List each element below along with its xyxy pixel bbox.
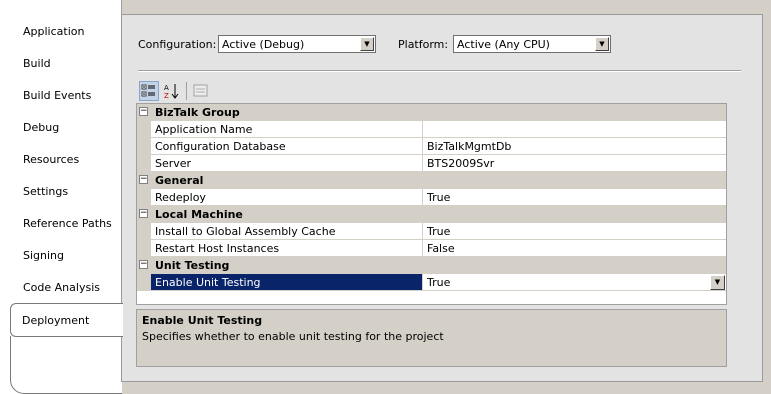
platform-label: Platform: — [398, 38, 449, 51]
property-value[interactable]: True — [423, 189, 726, 206]
category-name: Local Machine — [155, 208, 243, 221]
description-text: Specifies whether to enable unit testing… — [142, 330, 444, 343]
toolbar-divider — [186, 82, 187, 100]
property-value[interactable]: BizTalkMgmtDb — [423, 138, 726, 155]
tab-build[interactable]: Build — [12, 48, 120, 80]
property-pages-button[interactable] — [191, 81, 211, 101]
category-row[interactable]: − BizTalk Group — [137, 104, 726, 121]
description-panel: Enable Unit Testing Specifies whether to… — [136, 309, 727, 367]
separator — [138, 70, 741, 72]
property-name[interactable]: Restart Host Instances — [151, 240, 423, 257]
svg-text:Z: Z — [164, 92, 169, 100]
tab-build-events[interactable]: Build Events — [12, 80, 120, 112]
property-value-text: True — [427, 276, 451, 289]
alphabetical-button[interactable]: A Z — [162, 81, 182, 101]
property-name[interactable]: Redeploy — [151, 189, 423, 206]
configuration-dropdown[interactable]: Active (Debug) ▼ — [218, 35, 376, 53]
svg-text:A: A — [164, 84, 169, 92]
property-value[interactable]: True — [423, 223, 726, 240]
property-name[interactable]: Application Name — [151, 121, 423, 138]
tab-signing[interactable]: Signing — [12, 240, 120, 272]
property-name[interactable]: Configuration Database — [151, 138, 423, 155]
property-value[interactable]: BTS2009Svr — [423, 155, 726, 172]
chevron-down-icon[interactable]: ▼ — [360, 37, 374, 51]
tab-application[interactable]: Application — [12, 16, 120, 48]
property-name[interactable]: Server — [151, 155, 423, 172]
category-row[interactable]: − Unit Testing — [137, 257, 726, 274]
category-row[interactable]: − Local Machine — [137, 206, 726, 223]
platform-dropdown[interactable]: Active (Any CPU) ▼ — [453, 35, 611, 53]
collapse-icon[interactable]: − — [139, 260, 148, 269]
category-row[interactable]: − General — [137, 172, 726, 189]
categorized-button[interactable] — [139, 81, 159, 101]
collapse-icon[interactable]: − — [139, 107, 148, 116]
property-row[interactable]: Server BTS2009Svr — [137, 155, 726, 172]
collapse-icon[interactable]: − — [139, 209, 148, 218]
configuration-label: Configuration: — [138, 38, 217, 51]
tab-debug[interactable]: Debug — [12, 112, 120, 144]
property-row[interactable]: Restart Host Instances False — [137, 240, 726, 257]
collapse-icon[interactable]: − — [139, 175, 148, 184]
tab-resources[interactable]: Resources — [12, 144, 120, 176]
property-row[interactable]: Install to Global Assembly Cache True — [137, 223, 726, 240]
tab-code-analysis[interactable]: Code Analysis — [12, 272, 120, 304]
deployment-page: Configuration: Active (Debug) ▼ Platform… — [121, 14, 763, 382]
tab-deployment[interactable]: Deployment — [10, 303, 123, 337]
property-value[interactable]: True ▼ — [423, 274, 726, 291]
tab-settings[interactable]: Settings — [12, 176, 120, 208]
property-row[interactable]: Application Name — [137, 121, 726, 138]
alphabetical-icon: A Z — [164, 84, 179, 100]
property-row[interactable]: Redeploy True — [137, 189, 726, 206]
tab-reference-paths[interactable]: Reference Paths — [12, 208, 120, 240]
property-name[interactable]: Install to Global Assembly Cache — [151, 223, 423, 240]
category-name: General — [155, 174, 204, 187]
description-title: Enable Unit Testing — [142, 314, 263, 327]
category-name: BizTalk Group — [155, 106, 240, 119]
property-grid[interactable]: − BizTalk Group Application Name Configu… — [136, 103, 727, 305]
property-name[interactable]: Enable Unit Testing — [151, 274, 423, 291]
configuration-value: Active (Debug) — [222, 38, 305, 51]
chevron-down-icon[interactable]: ▼ — [710, 275, 725, 290]
chevron-down-icon[interactable]: ▼ — [595, 37, 609, 51]
categorized-icon — [141, 84, 155, 97]
property-value[interactable]: False — [423, 240, 726, 257]
property-row[interactable]: Configuration Database BizTalkMgmtDb — [137, 138, 726, 155]
project-tab-strip: Application Build Build Events Debug Res… — [0, 0, 123, 394]
category-name: Unit Testing — [155, 259, 230, 272]
property-pages-icon — [193, 84, 208, 97]
selected-tab-outline — [10, 336, 122, 394]
property-row-selected[interactable]: Enable Unit Testing True ▼ — [137, 274, 726, 291]
platform-value: Active (Any CPU) — [457, 38, 550, 51]
property-value[interactable] — [423, 121, 726, 138]
